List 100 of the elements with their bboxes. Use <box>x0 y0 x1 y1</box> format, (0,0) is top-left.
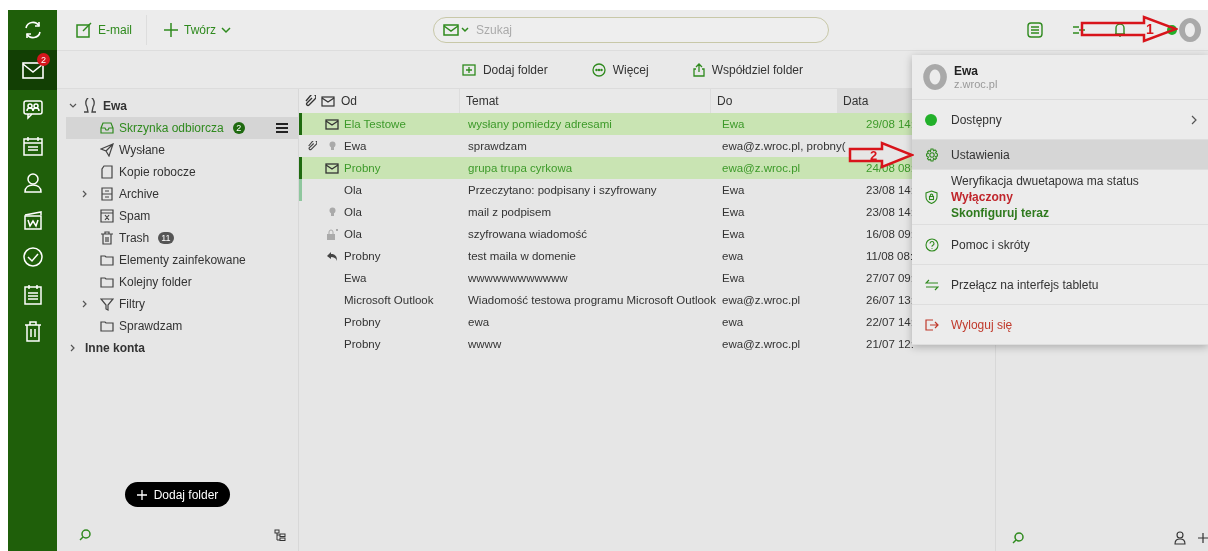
column-header[interactable]: Data <box>837 89 913 113</box>
folder-item[interactable]: Trash 11 <box>57 227 298 249</box>
subject-cell-text: Wiadomość testowa programu Microsoft Outlook <box>467 294 717 306</box>
logout-icon <box>925 318 939 331</box>
configure-link[interactable]: Skonfiguruj teraz <box>951 205 1049 221</box>
account-icon <box>83 98 97 114</box>
subject-cell-text: wwwwwwwwwwww <box>467 272 569 284</box>
account-item[interactable]: Ewa <box>57 95 298 117</box>
folder-item[interactable]: Wysłane <box>57 139 298 161</box>
add-folder-button[interactable]: Dodaj folder <box>124 482 231 507</box>
caret-icon <box>221 26 232 34</box>
rail-item[interactable]: 2 <box>8 50 57 90</box>
folder-item[interactable]: Elementy zainfekowane <box>57 249 298 271</box>
sender-cell-text: Probny <box>343 316 382 328</box>
bulb-icon <box>328 207 336 217</box>
chevron-icon[interactable] <box>81 300 89 308</box>
subject-cell-text: ewa <box>467 316 491 328</box>
message-row[interactable]: Ewa sprawdzam ewa@z.wroc.pl, probny( <box>299 135 852 157</box>
date-cell-text: 21/07 12: <box>865 338 914 350</box>
count-badge: 2 <box>232 122 245 134</box>
folder-item[interactable]: Kolejny folder <box>57 271 298 293</box>
user-name: Ewa <box>954 64 979 78</box>
search-icon[interactable] <box>79 529 91 541</box>
share-icon <box>692 62 705 77</box>
help-icon <box>925 237 939 252</box>
menu-item[interactable]: Pomoc i skróty <box>912 225 1208 265</box>
funnel-icon <box>100 297 114 311</box>
folder-plus-icon <box>461 63 476 76</box>
avatar <box>922 63 948 91</box>
unread-badge: 2 <box>37 53 50 66</box>
document-box-icon <box>21 208 44 231</box>
more-button[interactable]: Więcej <box>585 58 655 81</box>
sender-cell-text: Probny <box>343 250 382 262</box>
message-row[interactable]: Probny wwww ewa@z.wroc.pl 21/07 12: <box>299 333 913 355</box>
compose-button[interactable]: E-mail <box>67 15 147 45</box>
mail-filter-icon[interactable] <box>443 24 469 36</box>
compose-icon <box>75 21 93 39</box>
people-icon[interactable] <box>1174 531 1188 545</box>
recipient-cell-text: Ewa <box>721 184 746 196</box>
share-folder-button[interactable]: Współdziel folder <box>686 58 810 81</box>
folder-item[interactable]: Archive <box>57 183 298 205</box>
recipient-cell-text: ewa <box>721 316 745 328</box>
inbox-icon <box>100 121 114 135</box>
menu-item[interactable]: Przełącz na interfejs tabletu <box>912 265 1208 305</box>
chevron-icon[interactable] <box>69 344 77 352</box>
sender-cell-text: Probny <box>343 162 382 174</box>
check-circle-icon <box>21 245 44 268</box>
shield-icon <box>925 190 938 204</box>
paperclip-icon[interactable] <box>304 95 316 107</box>
chevron-icon <box>1191 114 1198 125</box>
chat-icon <box>21 97 44 120</box>
subject-cell-text: grupa trupa cyrkowa <box>467 162 574 174</box>
bell-icon[interactable] <box>1113 22 1127 38</box>
folder-item[interactable]: Kopie robocze <box>57 161 298 183</box>
menu-icon[interactable] <box>276 123 288 133</box>
envelope-icon <box>325 162 339 174</box>
envelope-icon[interactable] <box>321 95 335 107</box>
list-icon[interactable] <box>1027 22 1043 38</box>
sender-cell-text: Microsoft Outlook <box>343 294 435 306</box>
sender-cell-text: Ewa <box>343 272 368 284</box>
sender-cell-text: Ola <box>343 184 363 196</box>
person-icon <box>21 171 44 194</box>
folder-item[interactable]: Sprawdzam <box>57 315 298 337</box>
folder-item[interactable]: Filtry <box>57 293 298 315</box>
menu-item[interactable]: Wyloguj się <box>912 305 1208 345</box>
folder-icon <box>100 275 114 289</box>
chevron-icon[interactable] <box>81 190 89 198</box>
menu-item[interactable]: Ustawienia <box>912 140 1208 170</box>
column-header[interactable]: Od <box>335 89 459 113</box>
account-item[interactable]: Inne konta <box>57 337 298 359</box>
folder-item[interactable]: Spam <box>57 205 298 227</box>
gear-icon <box>925 147 939 162</box>
tree-icon[interactable] <box>274 529 286 541</box>
recipient-cell-text: Ewa <box>721 272 746 284</box>
recipient-cell-text: ewa@z.wroc.pl <box>721 294 802 306</box>
folder-item[interactable]: Skrzynka odbiorcza 2 <box>66 117 298 139</box>
notes-icon <box>21 282 44 305</box>
sender-cell-text: Ola <box>343 206 363 218</box>
create-button[interactable]: Twórz <box>155 15 240 45</box>
search-field[interactable]: Szukaj <box>433 17 829 43</box>
lock-icon <box>326 228 338 240</box>
subject-cell-text: test maila w domenie <box>467 250 578 262</box>
document-icon <box>100 165 114 179</box>
user-domain: z.wroc.pl <box>954 78 998 90</box>
sender-cell-text: Ewa <box>343 140 368 152</box>
message-row[interactable]: Probny test maila w domenie ewa 11/08 08: <box>299 245 913 267</box>
count-badge: 11 <box>158 232 174 244</box>
subject-cell-text: wysłany pomiedzy adresami <box>467 118 613 130</box>
add-folder-button[interactable]: Dodaj folder <box>455 58 554 81</box>
chevron-icon[interactable] <box>69 102 77 110</box>
menu-item[interactable]: Weryfikacja dwuetapowa ma status Wyłączony Skonfiguruj teraz <box>912 170 1208 225</box>
recipient-cell-text: Ewa <box>721 118 746 130</box>
subject-cell-text: szyfrowana wiadomość <box>467 228 588 240</box>
search-icon[interactable] <box>1012 532 1024 544</box>
plus-icon[interactable] <box>1198 533 1208 543</box>
sender-cell-text: Ola <box>343 228 363 240</box>
subject-cell-text: mail z podpisem <box>467 206 553 218</box>
subject-cell-text: Przeczytano: podpisany i szyfrowany <box>467 184 658 196</box>
spam-icon <box>100 209 114 223</box>
calendar-icon <box>21 134 44 157</box>
